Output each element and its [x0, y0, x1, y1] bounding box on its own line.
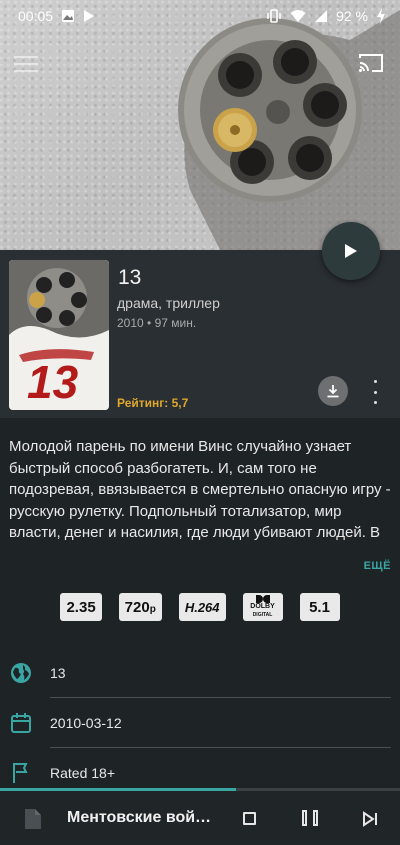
original-title: 13: [50, 665, 66, 681]
revolver-cylinder-image: [178, 10, 400, 250]
expand-description-button[interactable]: ЕЩЁ: [364, 560, 391, 572]
vibrate-icon: [267, 9, 281, 23]
play-icon: [345, 244, 357, 258]
details-section: Молодой парень по имени Винс случайно уз…: [0, 418, 400, 788]
play-button[interactable]: [322, 222, 380, 280]
status-time: 00:05: [18, 8, 54, 24]
stop-icon[interactable]: [243, 812, 256, 825]
dolby-top-text: DOLBY: [250, 603, 275, 610]
release-date: 2010-03-12: [50, 715, 122, 731]
image-notification-icon: [62, 10, 75, 22]
download-button[interactable]: [318, 376, 348, 406]
battery-charging-icon: [377, 8, 385, 24]
status-bar: 00:05 92 %: [0, 0, 400, 32]
media-badges: 2.35 720 p H.264 DOLBY DIGITAL 5.1: [0, 593, 400, 621]
dolby-bottom-text: DIGITAL: [252, 612, 273, 618]
battery-percent: 92 %: [336, 8, 368, 24]
pause-icon[interactable]: [302, 810, 318, 826]
globe-icon: [11, 663, 31, 683]
resolution-badge: 720 p: [118, 593, 162, 621]
signal-icon: [315, 10, 328, 22]
playback-progress-fill: [0, 788, 236, 791]
detail-row-date: 2010-03-12: [0, 698, 400, 748]
poster-title: 13: [27, 356, 79, 408]
play-store-icon: [84, 10, 95, 22]
calendar-icon: [11, 713, 31, 733]
wifi-icon: [290, 10, 306, 22]
skip-next-icon[interactable]: [362, 811, 378, 827]
resolution-suffix: p: [149, 604, 156, 615]
playback-progress: [0, 788, 400, 791]
resolution-value: 720: [124, 598, 150, 616]
dolby-badge: DOLBY DIGITAL: [242, 593, 283, 621]
menu-icon[interactable]: [14, 56, 38, 74]
movie-year-duration: 2010 • 97 мин.: [117, 316, 197, 330]
cast-icon[interactable]: [358, 52, 384, 74]
file-icon: [25, 809, 41, 829]
detail-row-title: 13: [0, 648, 400, 698]
movie-rating: Рейтинг: 5,7: [117, 396, 189, 410]
flag-icon: [13, 763, 28, 783]
movie-genres: драма, триллер: [117, 295, 220, 311]
audio-channels-badge: 5.1: [299, 593, 340, 621]
download-icon: [327, 385, 339, 398]
age-rating: Rated 18+: [50, 765, 115, 781]
movie-description: Молодой парень по имени Винс случайно уз…: [9, 438, 391, 541]
now-playing-title[interactable]: Ментовские войны: [67, 809, 217, 827]
movie-title: 13: [118, 266, 142, 289]
backdrop-image: [0, 0, 400, 250]
movie-poster[interactable]: 13: [9, 260, 109, 410]
aspect-ratio-badge: 2.35: [60, 593, 102, 621]
codec-badge: H.264: [178, 593, 226, 621]
dolby-icon: [255, 595, 270, 603]
more-options-icon[interactable]: [368, 380, 382, 404]
poster-image: 13: [9, 260, 109, 410]
details-list: 13 2010-03-12 Rated 18+: [0, 648, 400, 798]
mini-player[interactable]: Ментовские войны: [0, 788, 400, 845]
